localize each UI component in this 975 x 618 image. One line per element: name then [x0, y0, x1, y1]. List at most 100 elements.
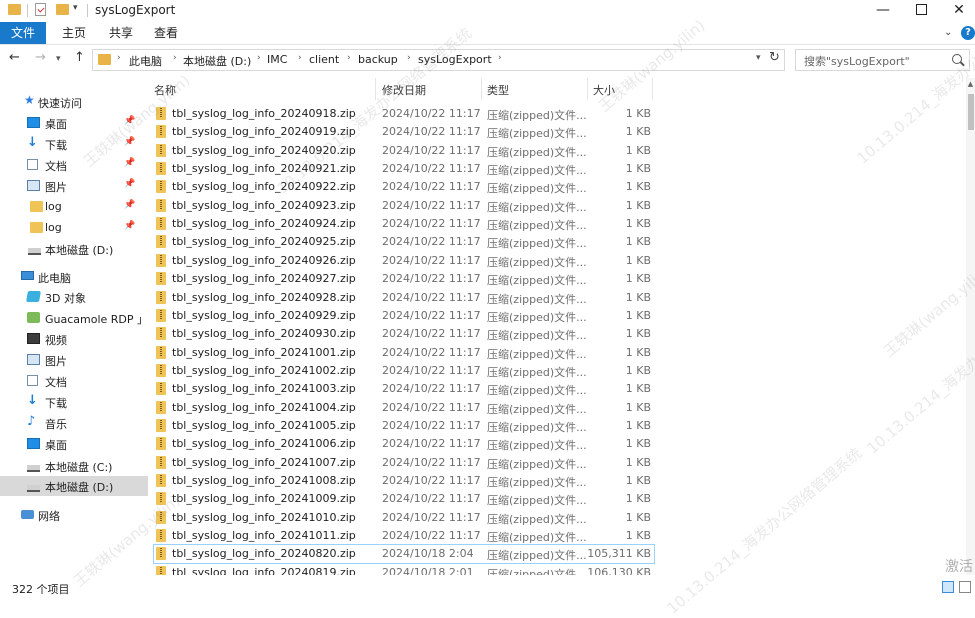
- pc-icon: [21, 271, 34, 280]
- file-size: 105,311 KB: [587, 547, 651, 561]
- file-row[interactable]: tbl_syslog_log_info_20241003.zip 2024/10/…: [154, 380, 654, 398]
- column-divider[interactable]: [652, 78, 653, 100]
- maximize-button[interactable]: [900, 0, 942, 20]
- sidebar-item[interactable]: 视频: [0, 329, 148, 349]
- file-row[interactable]: tbl_syslog_log_info_20240924.zip 2024/10/…: [154, 215, 654, 233]
- breadcrumb-this-pc[interactable]: 此电脑: [129, 53, 162, 69]
- file-row[interactable]: tbl_syslog_log_info_20241006.zip 2024/10/…: [154, 435, 654, 453]
- download-icon: ↓: [27, 135, 38, 150]
- large-icons-view-icon[interactable]: [959, 581, 971, 593]
- file-row[interactable]: tbl_syslog_log_info_20240819.zip 2024/10/…: [154, 564, 654, 575]
- column-divider[interactable]: [481, 78, 482, 100]
- vertical-scrollbar[interactable]: ▲: [966, 78, 975, 575]
- file-row[interactable]: tbl_syslog_log_info_20240929.zip 2024/10/…: [154, 307, 654, 325]
- new-folder-icon[interactable]: [56, 4, 69, 15]
- minimize-button[interactable]: —: [862, 0, 904, 20]
- close-button[interactable]: ✕: [938, 0, 975, 20]
- search-icon[interactable]: [952, 54, 962, 64]
- sidebar-item[interactable]: 图片 📌: [0, 176, 148, 196]
- file-row[interactable]: tbl_syslog_log_info_20241001.zip 2024/10/…: [154, 344, 654, 362]
- sidebar-item[interactable]: ↓ 下载 📌: [0, 134, 148, 154]
- sidebar-item[interactable]: 文档: [0, 371, 148, 391]
- file-row[interactable]: tbl_syslog_log_info_20240928.zip 2024/10/…: [154, 289, 654, 307]
- back-button[interactable]: ←: [9, 50, 20, 65]
- scroll-up-icon[interactable]: ▲: [966, 80, 975, 88]
- ribbon-collapse-icon[interactable]: ⌄: [944, 27, 952, 38]
- file-row[interactable]: tbl_syslog_log_info_20240927.zip 2024/10/…: [154, 270, 654, 288]
- column-header-type[interactable]: 类型: [487, 82, 509, 98]
- file-row[interactable]: tbl_syslog_log_info_20241005.zip 2024/10/…: [154, 417, 654, 435]
- file-name: tbl_syslog_log_info_20240928.zip: [172, 290, 356, 304]
- sidebar-item[interactable]: ♪ 音乐: [0, 413, 148, 433]
- file-row[interactable]: tbl_syslog_log_info_20240925.zip 2024/10/…: [154, 233, 654, 251]
- file-row[interactable]: tbl_syslog_log_info_20241010.zip 2024/10/…: [154, 509, 654, 527]
- scrollbar-thumb[interactable]: [968, 94, 974, 130]
- file-row[interactable]: tbl_syslog_log_info_20240922.zip 2024/10/…: [154, 178, 654, 196]
- file-row[interactable]: tbl_syslog_log_info_20241004.zip 2024/10/…: [154, 399, 654, 417]
- search-input[interactable]: 搜索"sysLogExport": [804, 53, 910, 69]
- file-row[interactable]: tbl_syslog_log_info_20240919.zip 2024/10/…: [154, 123, 654, 141]
- maximize-icon: [916, 4, 927, 15]
- sidebar-item[interactable]: 文档 📌: [0, 155, 148, 175]
- file-name: tbl_syslog_log_info_20240923.zip: [172, 198, 356, 212]
- details-view-icon[interactable]: [942, 581, 954, 593]
- breadcrumb-client[interactable]: client: [309, 53, 339, 66]
- tab-home[interactable]: 主页: [50, 22, 98, 44]
- breadcrumb-backup[interactable]: backup: [358, 53, 398, 66]
- sidebar-item[interactable]: 本地磁盘 (D:): [0, 476, 148, 496]
- up-button[interactable]: ↑: [74, 50, 85, 65]
- file-row[interactable]: tbl_syslog_log_info_20241011.zip 2024/10/…: [154, 527, 654, 545]
- sidebar-item[interactable]: log 📌: [0, 197, 148, 217]
- sidebar-item[interactable]: ★ 快速访问: [0, 92, 148, 112]
- column-header-date[interactable]: 修改日期: [382, 82, 426, 98]
- file-row[interactable]: tbl_syslog_log_info_20240820.zip 2024/10/…: [153, 544, 655, 565]
- sidebar-item[interactable]: ↓ 下载: [0, 392, 148, 412]
- sidebar-item-label: Guacamole RDP 」: [45, 313, 149, 326]
- file-row[interactable]: tbl_syslog_log_info_20240918.zip 2024/10/…: [154, 105, 654, 123]
- file-row[interactable]: tbl_syslog_log_info_20240926.zip 2024/10/…: [154, 252, 654, 270]
- breadcrumb-syslogexport[interactable]: sysLogExport: [418, 53, 492, 66]
- sidebar-item[interactable]: 桌面 📌: [0, 113, 148, 133]
- zip-file-icon: [156, 400, 166, 414]
- search-box[interactable]: 搜索"sysLogExport": [795, 49, 970, 71]
- breadcrumb-imc[interactable]: IMC: [267, 53, 287, 66]
- sidebar-item[interactable]: 图片: [0, 350, 148, 370]
- network-icon: [21, 510, 34, 519]
- recent-locations-icon[interactable]: ▾: [56, 54, 61, 64]
- document-icon: [27, 159, 38, 170]
- column-divider[interactable]: [375, 78, 376, 100]
- customize-toolbar-icon[interactable]: ▾: [73, 3, 78, 17]
- sidebar-item-label: log: [45, 200, 62, 213]
- sidebar-item[interactable]: 桌面: [0, 434, 148, 454]
- file-row[interactable]: tbl_syslog_log_info_20240930.zip 2024/10/…: [154, 325, 654, 343]
- file-modified-date: 2024/10/18 2:01: [382, 565, 474, 575]
- sidebar-item[interactable]: 此电脑: [0, 267, 148, 287]
- file-row[interactable]: tbl_syslog_log_info_20241009.zip 2024/10/…: [154, 490, 654, 508]
- file-row[interactable]: tbl_syslog_log_info_20240920.zip 2024/10/…: [154, 142, 654, 160]
- file-row[interactable]: tbl_syslog_log_info_20241007.zip 2024/10/…: [154, 454, 654, 472]
- address-bar[interactable]: › 此电脑 › 本地磁盘 (D:) › IMC › client › backu…: [92, 49, 785, 71]
- forward-button[interactable]: →: [35, 50, 46, 65]
- sidebar-item[interactable]: Guacamole RDP 」: [0, 308, 148, 328]
- file-row[interactable]: tbl_syslog_log_info_20240923.zip 2024/10/…: [154, 197, 654, 215]
- column-header-name[interactable]: 名称: [154, 82, 176, 98]
- column-header-size[interactable]: 大小: [593, 82, 615, 98]
- help-icon[interactable]: ?: [961, 26, 975, 40]
- address-history-icon[interactable]: ▾: [756, 53, 761, 63]
- breadcrumb-drive-d[interactable]: 本地磁盘 (D:): [183, 53, 251, 69]
- column-divider[interactable]: [587, 78, 588, 100]
- sidebar-item-label: 此电脑: [38, 272, 71, 285]
- file-row[interactable]: tbl_syslog_log_info_20241002.zip 2024/10/…: [154, 362, 654, 380]
- sidebar-item[interactable]: 3D 对象: [0, 287, 148, 307]
- tab-share[interactable]: 共享: [97, 22, 145, 44]
- sidebar-item[interactable]: 网络: [0, 505, 148, 525]
- sidebar-item[interactable]: 本地磁盘 (C:): [0, 456, 148, 476]
- tab-view[interactable]: 查看: [142, 22, 190, 44]
- file-row[interactable]: tbl_syslog_log_info_20241008.zip 2024/10/…: [154, 472, 654, 490]
- sidebar-item[interactable]: log 📌: [0, 218, 148, 238]
- file-row[interactable]: tbl_syslog_log_info_20240921.zip 2024/10/…: [154, 160, 654, 178]
- properties-icon[interactable]: [35, 3, 46, 16]
- tab-file[interactable]: 文件: [0, 22, 46, 44]
- sidebar-item[interactable]: 本地磁盘 (D:): [0, 239, 148, 259]
- refresh-icon[interactable]: ↻: [769, 50, 780, 65]
